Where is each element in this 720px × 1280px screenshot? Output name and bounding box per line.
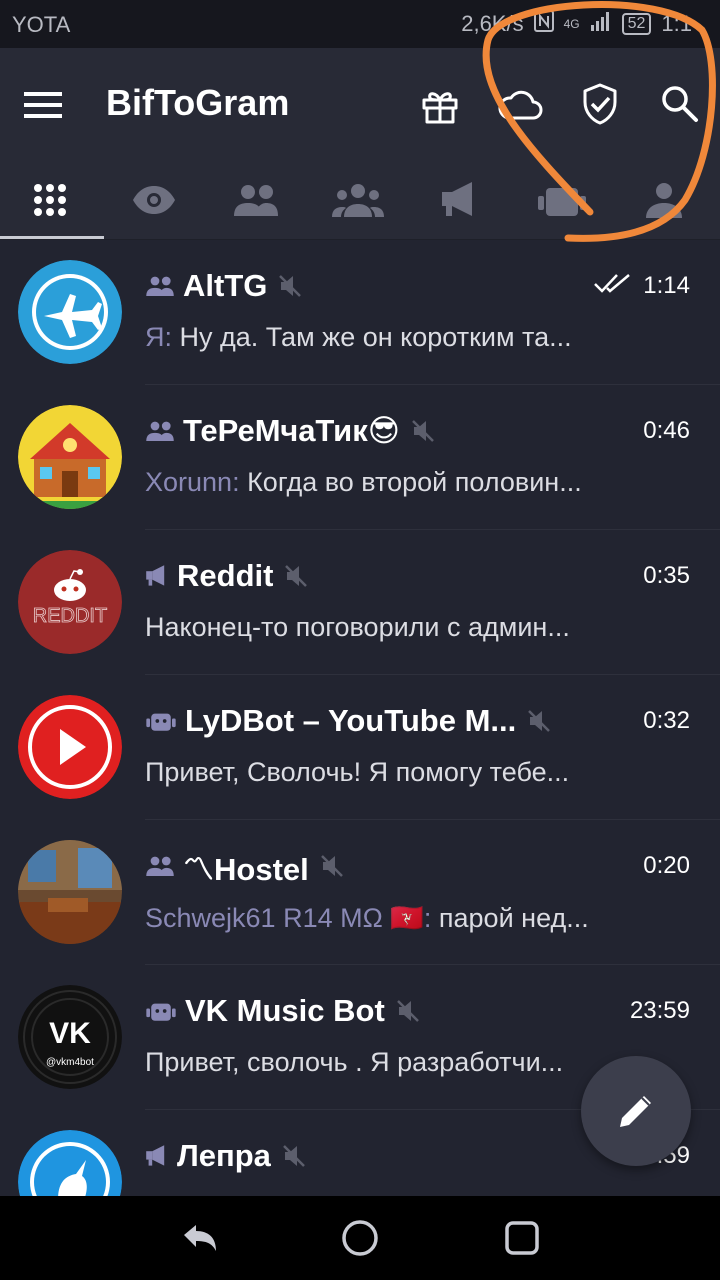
- svg-text:REDDIT: REDDIT: [33, 605, 107, 627]
- security-button[interactable]: [574, 78, 626, 130]
- back-icon: [184, 1225, 216, 1251]
- message-sender: Я:: [145, 322, 172, 352]
- chat-title: Reddit: [177, 558, 274, 593]
- avatar: [18, 695, 122, 799]
- pencil-icon: [620, 1096, 651, 1127]
- avatar-caption: @vkm4bot: [46, 1057, 94, 1068]
- person-icon: [646, 183, 682, 218]
- muted-icon: [319, 853, 345, 879]
- message-preview: Привет, Сволочь! Я помогу тебе...: [145, 757, 570, 787]
- chat-time: 0:35: [643, 562, 690, 589]
- muted-icon: [283, 563, 309, 589]
- chat-time: 1:14: [643, 272, 690, 299]
- chat-item-lydbot[interactable]: LyDBot – YouTube M... 0:32 Привет, Своло…: [0, 675, 720, 820]
- group-icon: [234, 185, 278, 216]
- menu-icon: [24, 92, 62, 118]
- status-bar: YOTA 2,6K/s 4G 52 1:1: [0, 0, 720, 48]
- chat-time: 0:32: [643, 707, 690, 734]
- avatar: [18, 405, 122, 509]
- menu-button[interactable]: [18, 80, 68, 130]
- bot-icon: [538, 188, 586, 216]
- avatar: VK @vkm4bot: [18, 985, 122, 1089]
- gift-icon: [422, 92, 458, 124]
- avatar: [18, 260, 122, 364]
- tab-supergroups[interactable]: [308, 160, 408, 240]
- group-icon: [145, 276, 175, 296]
- avatar: [18, 840, 122, 944]
- search-button[interactable]: [654, 78, 706, 130]
- megaphone-icon: [145, 565, 169, 587]
- tab-contacts[interactable]: [614, 160, 714, 240]
- chat-list: AltTG 1:14 Я: Ну да. Там же он коротким …: [0, 240, 720, 1196]
- active-tab-indicator: [0, 236, 104, 239]
- signal-icon: [590, 10, 612, 38]
- muted-icon: [281, 1143, 307, 1169]
- system-nav-bar: [0, 1196, 720, 1280]
- chat-item-alttg[interactable]: AltTG 1:14 Я: Ну да. Там же он коротким …: [0, 240, 720, 385]
- cloud-icon: [498, 90, 543, 120]
- bot-icon: [145, 710, 177, 732]
- message-preview: Когда во второй половин...: [239, 467, 582, 497]
- tab-all[interactable]: [0, 160, 100, 240]
- nfc-icon: [533, 10, 554, 38]
- muted-icon: [526, 708, 552, 734]
- message-sender: Schwejk61 R14 MΩ 🇮🇲:: [145, 903, 432, 933]
- tab-groups[interactable]: [206, 160, 306, 240]
- chat-time: 0:20: [643, 852, 690, 879]
- megaphone-icon: [442, 182, 472, 216]
- chat-item-hostel[interactable]: 〽Hostel 0:20 Schwejk61 R14 MΩ 🇮🇲: парой …: [0, 820, 720, 965]
- chat-time: 23:59: [629, 997, 690, 1024]
- shield-check-icon: [583, 83, 617, 125]
- read-checkmarks-icon: [593, 272, 633, 301]
- home-icon: [342, 1220, 378, 1256]
- group-icon: [145, 856, 175, 876]
- network-speed: 2,6K/s: [461, 11, 524, 36]
- carrier-name: YOTA: [12, 12, 71, 37]
- group-icon: [145, 421, 175, 441]
- megaphone-icon: [145, 1145, 169, 1167]
- message-preview: парой нед...: [431, 903, 589, 933]
- chat-title: VK Music Bot: [185, 993, 385, 1028]
- muted-icon: [410, 418, 436, 444]
- eye-icon: [133, 186, 175, 214]
- clock: 1:1: [661, 11, 692, 36]
- chat-title: AltTG: [183, 268, 268, 303]
- cloud-button[interactable]: [494, 78, 546, 130]
- chat-item-teremchatik[interactable]: ТеРеМчаТик😎 0:46 Xorunn: Когда во второй…: [0, 385, 720, 530]
- filter-tabs: [0, 160, 720, 240]
- chat-time: 0:46: [643, 417, 690, 444]
- message-preview: Привет, сволочь . Я разработчи...: [145, 1047, 564, 1077]
- message-sender: Xorunn:: [145, 467, 240, 497]
- top-app-bar: BifToGram: [0, 48, 720, 160]
- new-message-button[interactable]: [581, 1056, 691, 1166]
- chat-title: Лепра: [177, 1138, 271, 1173]
- grid-icon: [34, 184, 66, 216]
- app-title: BifToGram: [106, 82, 290, 123]
- avatar: [18, 1130, 122, 1196]
- network-type: 4G: [563, 17, 580, 31]
- muted-icon: [395, 998, 421, 1024]
- message-preview: Ну да. Там же он коротким та...: [172, 322, 572, 352]
- chat-title: LyDBot – YouTube M...: [185, 703, 517, 738]
- battery-indicator: 52: [621, 13, 652, 35]
- avatar: REDDIT: [18, 550, 122, 654]
- chat-title: ТеРеМчаТик😎: [183, 413, 401, 448]
- recents-icon: [505, 1221, 539, 1255]
- recents-button[interactable]: [500, 1216, 544, 1260]
- people-icon: [332, 184, 384, 217]
- chat-title: 〽Hostel: [183, 851, 309, 887]
- svg-text:VK: VK: [49, 1017, 91, 1050]
- bot-icon: [145, 1000, 177, 1022]
- home-button[interactable]: [338, 1216, 382, 1260]
- chat-item-reddit[interactable]: REDDIT Reddit 0:35 Наконец-то поговорили…: [0, 530, 720, 675]
- search-icon: [662, 86, 698, 122]
- tab-bots[interactable]: [512, 160, 612, 240]
- muted-icon: [277, 273, 303, 299]
- gift-button[interactable]: [414, 78, 466, 130]
- tab-channels[interactable]: [410, 160, 510, 240]
- back-button[interactable]: [178, 1216, 222, 1260]
- tab-unread[interactable]: [104, 160, 204, 240]
- message-preview: Наконец-то поговорили с админ...: [145, 612, 570, 642]
